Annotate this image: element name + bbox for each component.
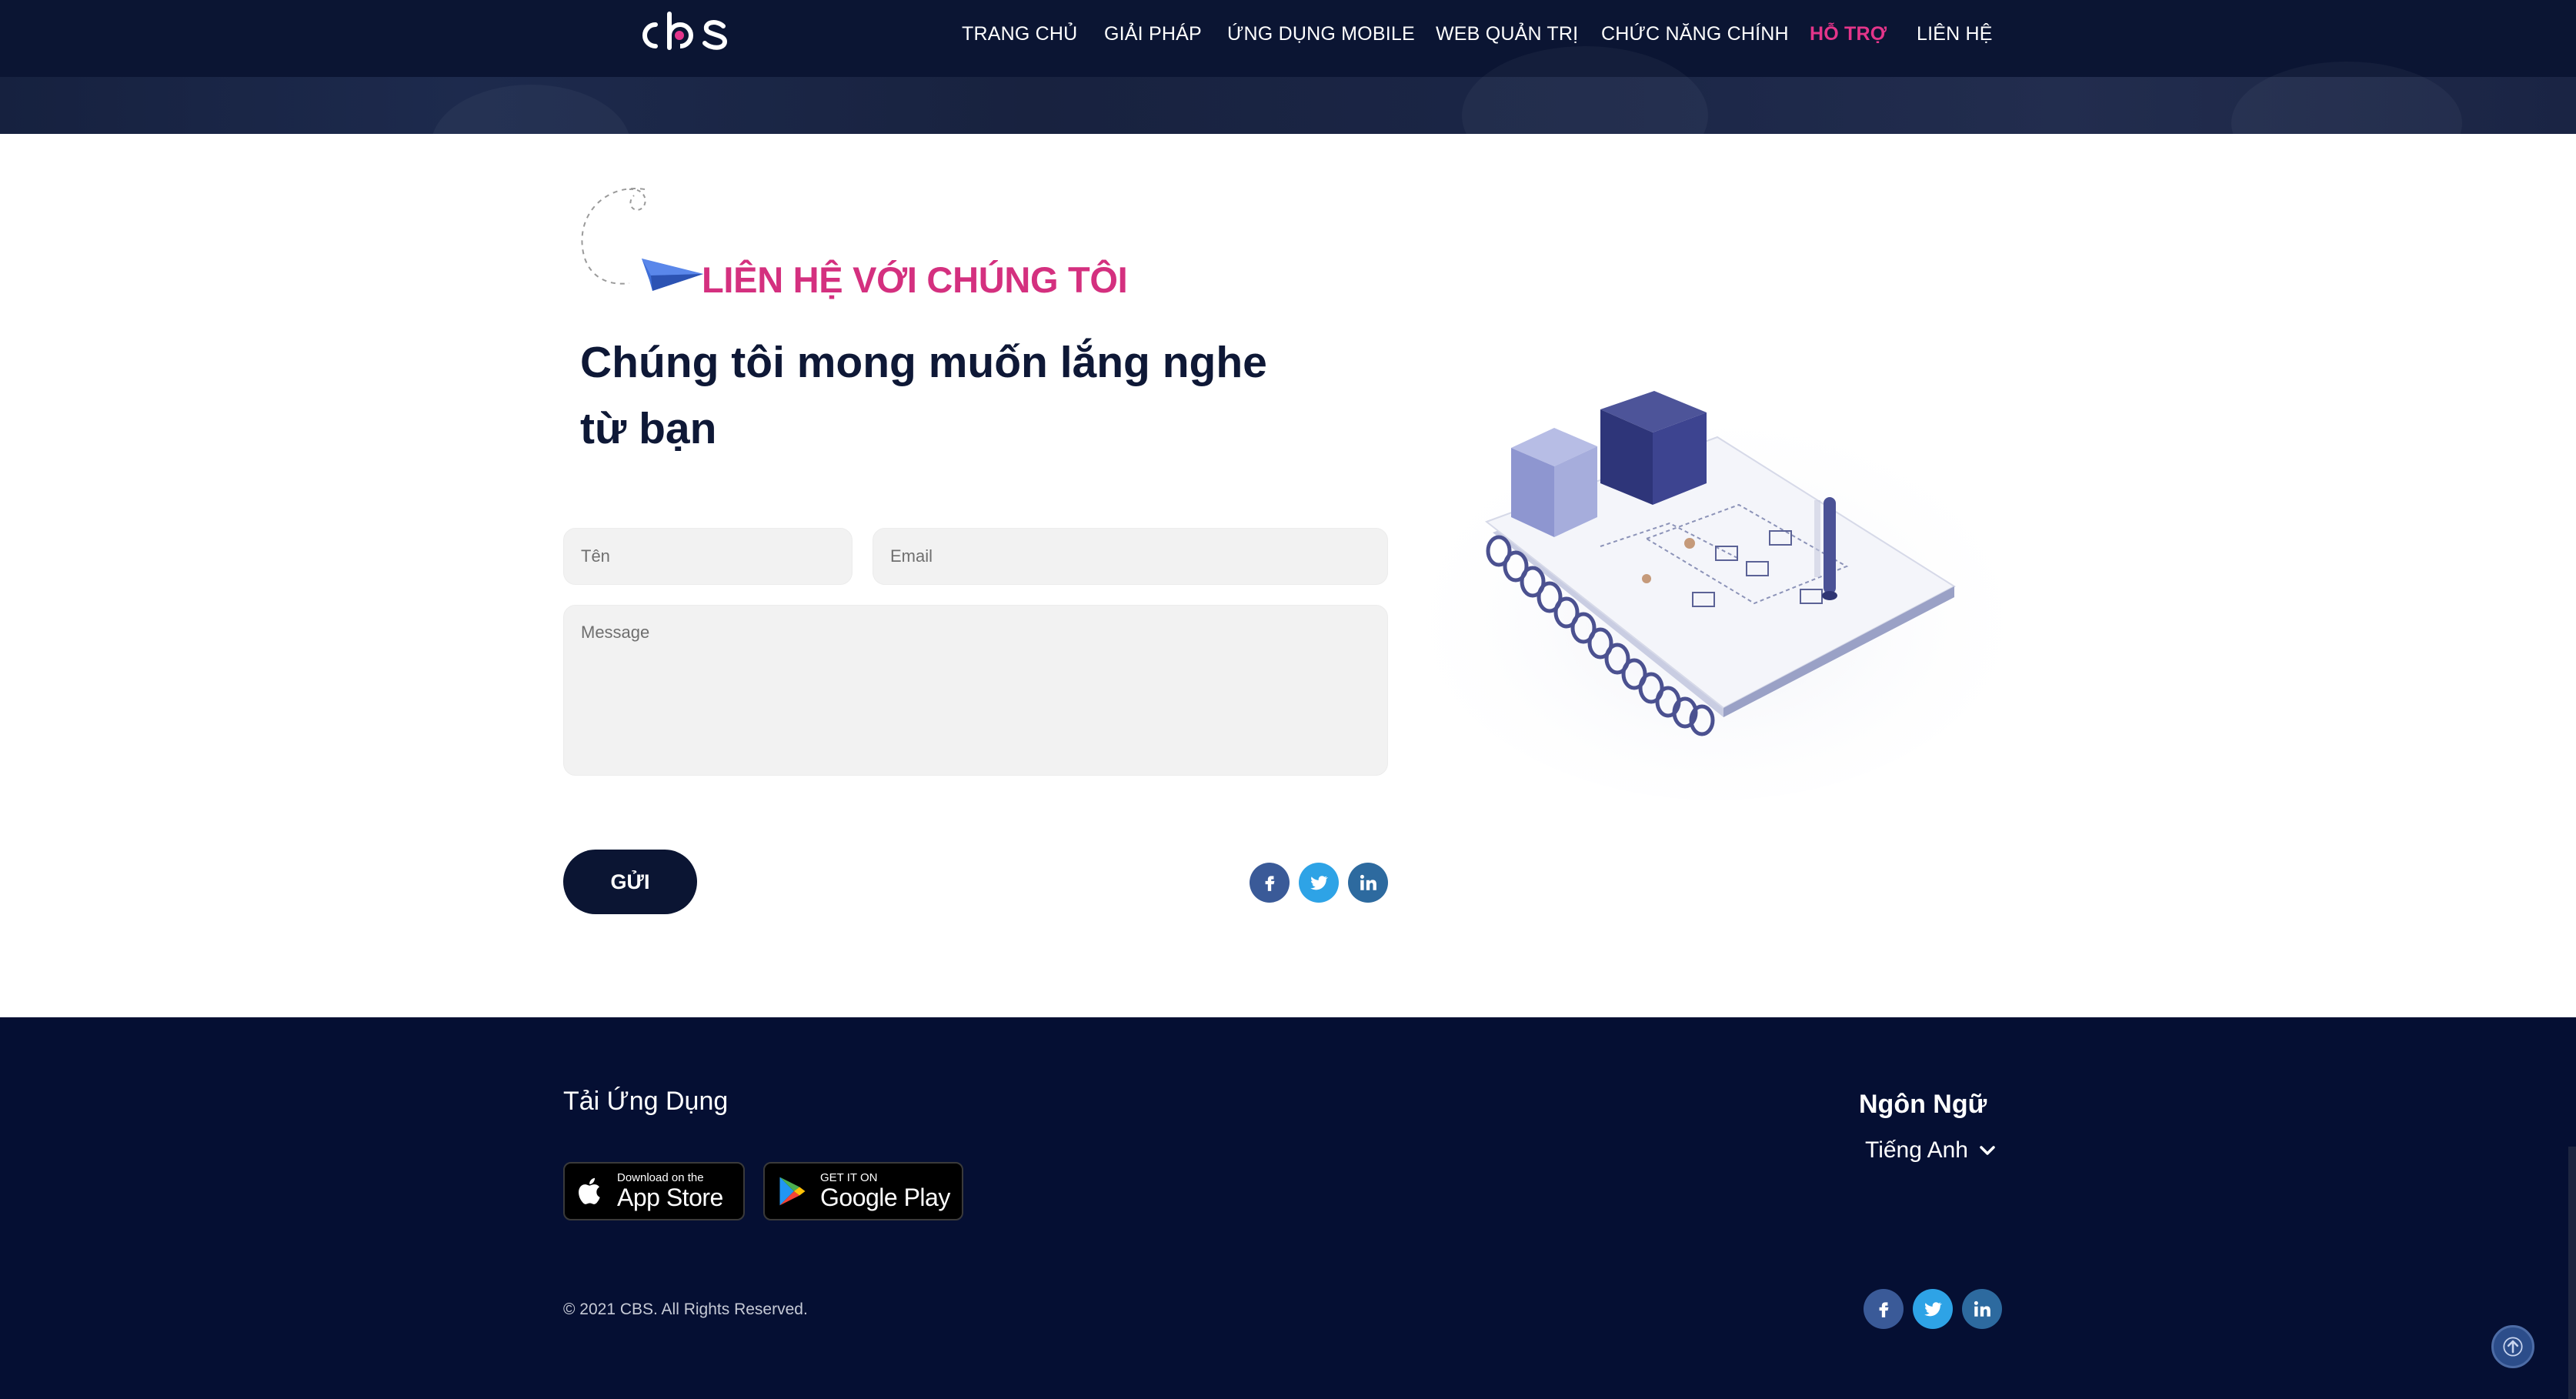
page-scrollbar[interactable]	[2568, 1147, 2576, 1399]
site-header: TRANG CHỦ GIẢI PHÁP ỨNG DỤNG MOBILE WEB …	[0, 0, 2576, 77]
nav-ho-tro[interactable]: HỖ TRỢ	[1810, 23, 1887, 45]
section-kicker: LIÊN HỆ VỚI CHÚNG TÔI	[702, 259, 1128, 300]
footer-linkedin-button[interactable]	[1962, 1289, 2002, 1329]
linkedin-icon	[1360, 874, 1376, 890]
nav-lien-he[interactable]: LIÊN HỆ	[1917, 23, 1993, 45]
nav-trang-chu[interactable]: TRANG CHỦ	[962, 23, 1077, 45]
hero-banner-strip	[0, 46, 2576, 208]
scroll-to-top-button[interactable]	[2491, 1325, 2534, 1368]
google-play-badge[interactable]: GET IT ON Google Play	[763, 1162, 963, 1220]
paper-plane-icon	[581, 187, 703, 291]
contact-linkedin-button[interactable]	[1348, 863, 1388, 903]
footer-twitter-button[interactable]	[1913, 1289, 1953, 1329]
copyright-text: © 2021 CBS. All Rights Reserved.	[563, 1301, 808, 1318]
google-play-big-text: Google Play	[820, 1184, 950, 1211]
twitter-icon	[1924, 1302, 1942, 1317]
cbs-logo[interactable]	[631, 9, 746, 58]
section-headline: Chúng tôi mong muốn lắng nghe từ bạn	[580, 338, 1267, 453]
download-app-title: Tải Ứng Dụng	[563, 1087, 729, 1116]
nav-ung-dung-mobile[interactable]: ỨNG DỤNG MOBILE	[1227, 23, 1415, 45]
nav-giai-phap[interactable]: GIẢI PHÁP	[1104, 23, 1202, 45]
site-footer	[0, 1017, 2576, 1399]
google-play-small-text: GET IT ON	[820, 1171, 878, 1184]
twitter-icon	[1310, 876, 1328, 890]
email-field[interactable]	[873, 528, 1388, 585]
google-play-icon	[779, 1177, 806, 1206]
nav-web-quan-tri[interactable]: WEB QUẢN TRỊ	[1436, 23, 1578, 45]
message-textarea[interactable]	[564, 606, 1387, 775]
chevron-down-icon	[1980, 1146, 1995, 1155]
notebook-cubes-illustration	[1416, 391, 2016, 800]
linkedin-icon	[1974, 1301, 1990, 1317]
apple-icon	[579, 1177, 600, 1204]
email-input[interactable]	[873, 529, 1387, 584]
app-store-big-text: App Store	[617, 1184, 723, 1211]
send-button[interactable]: GỬI	[563, 850, 697, 914]
name-input[interactable]	[564, 529, 852, 584]
language-title: Ngôn Ngữ	[1859, 1090, 1987, 1119]
language-select[interactable]: Tiếng Anh	[1865, 1137, 1996, 1164]
facebook-icon	[1265, 876, 1275, 891]
contact-facebook-button[interactable]	[1250, 863, 1290, 903]
footer-facebook-button[interactable]	[1864, 1289, 1904, 1329]
message-field[interactable]	[563, 605, 1388, 776]
facebook-icon	[1879, 1302, 1889, 1317]
app-store-small-text: Download on the	[617, 1171, 704, 1184]
nav-chuc-nang-chinh[interactable]: CHỨC NĂNG CHÍNH	[1601, 23, 1789, 45]
language-value: Tiếng Anh	[1865, 1137, 1968, 1163]
arrow-up-icon	[2503, 1337, 2523, 1357]
contact-twitter-button[interactable]	[1299, 863, 1339, 903]
name-field[interactable]	[563, 528, 853, 585]
app-store-badge[interactable]: Download on the App Store	[563, 1162, 745, 1220]
